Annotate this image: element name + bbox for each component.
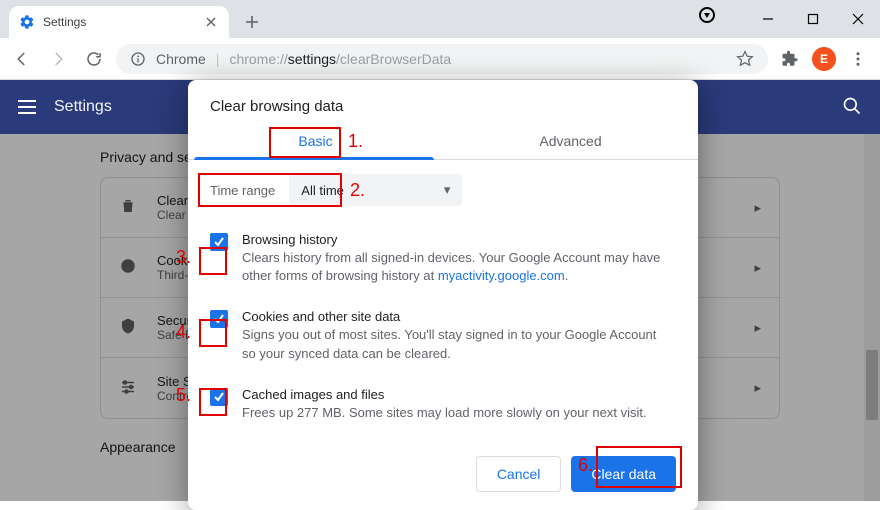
address-bar[interactable]: Chrome | chrome://settings/clearBrowserD… bbox=[116, 44, 768, 74]
check-description: Signs you out of most sites. You'll stay… bbox=[242, 326, 662, 362]
check-title: Browsing history bbox=[242, 232, 662, 247]
browser-tab[interactable]: Settings bbox=[9, 6, 229, 38]
profile-avatar[interactable]: E bbox=[812, 47, 836, 71]
check-title: Cookies and other site data bbox=[242, 309, 662, 324]
minimize-button[interactable] bbox=[745, 4, 790, 34]
check-cache[interactable]: Cached images and files Frees up 277 MB.… bbox=[210, 379, 676, 438]
myactivity-link[interactable]: myactivity.google.com bbox=[438, 268, 565, 283]
check-title: Cached images and files bbox=[242, 387, 647, 402]
time-range-value: All time bbox=[301, 183, 344, 198]
check-browsing-history[interactable]: Browsing history Clears history from all… bbox=[210, 224, 676, 301]
account-dropdown-icon[interactable] bbox=[699, 7, 715, 23]
omnibox-prefix: Chrome bbox=[156, 51, 206, 67]
menu-button[interactable] bbox=[844, 45, 872, 73]
hamburger-menu-icon[interactable] bbox=[18, 100, 36, 114]
back-button[interactable] bbox=[8, 45, 36, 73]
browser-toolbar: Chrome | chrome://settings/clearBrowserD… bbox=[0, 38, 880, 80]
settings-title: Settings bbox=[54, 98, 112, 116]
checkbox-icon[interactable] bbox=[210, 310, 228, 328]
gear-icon bbox=[19, 14, 35, 30]
tab-basic[interactable]: Basic bbox=[188, 121, 443, 159]
chevron-down-icon: ▾ bbox=[444, 182, 451, 198]
forward-button[interactable] bbox=[44, 45, 72, 73]
reload-button[interactable] bbox=[80, 45, 108, 73]
cancel-button[interactable]: Cancel bbox=[476, 456, 562, 492]
window-titlebar: Settings bbox=[0, 0, 880, 38]
extensions-icon[interactable] bbox=[776, 45, 804, 73]
site-info-icon[interactable] bbox=[130, 51, 146, 67]
checkbox-icon[interactable] bbox=[210, 233, 228, 251]
time-range-label: Time range bbox=[210, 183, 275, 198]
close-tab-icon[interactable] bbox=[203, 14, 219, 30]
bookmark-star-icon[interactable] bbox=[736, 50, 754, 68]
close-window-button[interactable] bbox=[835, 4, 880, 34]
time-range-select[interactable]: All time ▾ bbox=[289, 174, 462, 206]
search-settings-icon[interactable] bbox=[842, 96, 862, 119]
checkbox-icon[interactable] bbox=[210, 388, 228, 406]
check-description: Clears history from all signed-in device… bbox=[242, 249, 662, 285]
dialog-title: Clear browsing data bbox=[188, 80, 698, 121]
clear-data-button[interactable]: Clear data bbox=[571, 456, 676, 492]
check-cookies[interactable]: Cookies and other site data Signs you ou… bbox=[210, 301, 676, 378]
maximize-button[interactable] bbox=[790, 4, 835, 34]
tab-advanced[interactable]: Advanced bbox=[443, 121, 698, 159]
tab-title: Settings bbox=[43, 15, 86, 29]
new-tab-button[interactable] bbox=[239, 9, 265, 35]
omnibox-url: chrome://settings/clearBrowserData bbox=[229, 51, 451, 67]
avatar-letter: E bbox=[820, 52, 828, 66]
check-description: Frees up 277 MB. Some sites may load mor… bbox=[242, 404, 647, 422]
clear-browsing-data-dialog: Clear browsing data Basic Advanced Time … bbox=[188, 80, 698, 510]
window-controls bbox=[699, 0, 880, 38]
